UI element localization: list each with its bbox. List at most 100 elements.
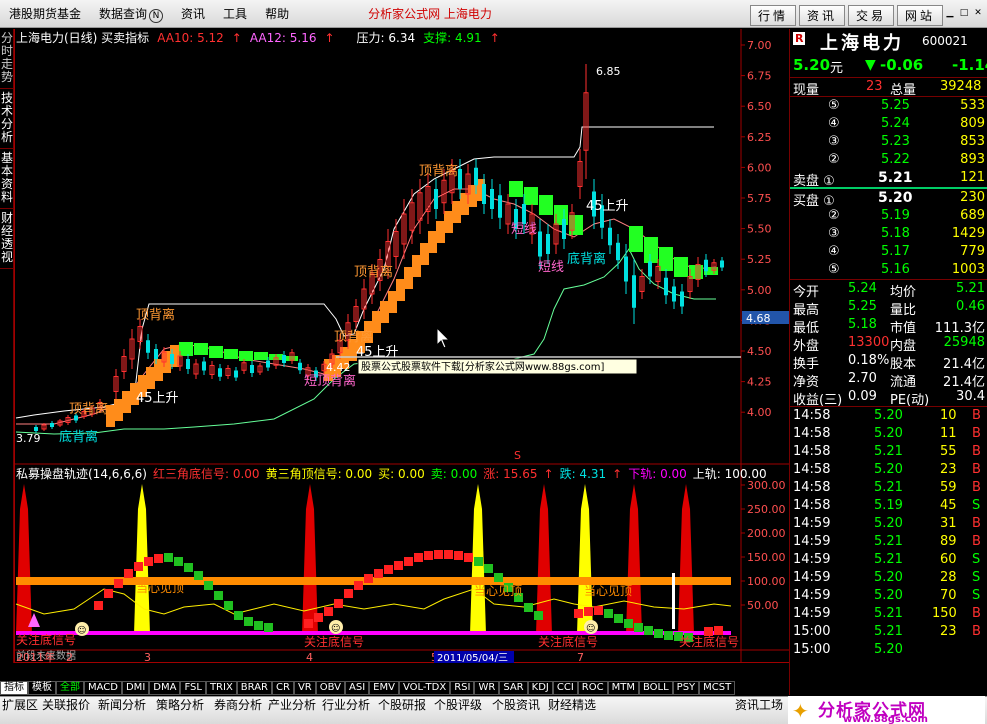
nav-news-button[interactable]: 资讯 (798, 5, 845, 26)
function-bar: 扩展区 关联报价 新闻分析 策略分析 券商分析 产业分析 行业分析 个股研报 个股评级 个股资讯财… (0, 696, 987, 724)
candle-down (282, 355, 286, 363)
ask-row[interactable]: ④ 5.24 809 (790, 115, 987, 133)
indicator-tab[interactable]: CCI (552, 681, 578, 695)
stat-value: 0.18% (848, 353, 890, 368)
book-level: ④ (828, 244, 840, 259)
bid-row[interactable]: ③ 5.18 1429 (790, 225, 987, 243)
indicator-tab[interactable]: MCST (699, 681, 736, 695)
minimize-icon[interactable]: ▁ (944, 6, 956, 20)
indicator-tab[interactable]: RSI (450, 681, 475, 695)
bid-row[interactable]: ④ 5.17 779 (790, 243, 987, 261)
indicator-tab[interactable]: EMV (369, 681, 399, 695)
indicator-tab[interactable]: WR (474, 681, 500, 695)
yellow-triangle-value: 黄三角顶信号: 0.00 (265, 467, 373, 481)
book-level: ⑤ (828, 98, 840, 113)
kline-chart[interactable]: 7.006.756.506.256.005.755.505.255.004.75… (14, 29, 789, 663)
book-level: 卖盘 ① (793, 174, 835, 189)
indicator-tab[interactable]: VOL-TDX (398, 681, 451, 695)
function-tab[interactable]: 新闻分析 (98, 698, 146, 713)
indicator-tab[interactable]: BOLL (638, 681, 673, 695)
close-icon[interactable]: ✕ (972, 6, 984, 20)
tick-price: 5.20 (874, 426, 903, 441)
indicator-tab[interactable]: BRAR (236, 681, 272, 695)
stats-row: 净资 2.70 流通 21.4亿 (790, 370, 987, 390)
indicator-tab[interactable]: DMI (121, 681, 150, 695)
nav-quotes-button[interactable]: 行情 (749, 5, 796, 26)
tick-price: 5.21 (874, 552, 903, 567)
nav-trade-button[interactable]: 交易 (847, 5, 894, 26)
menu-hk-futures[interactable]: 港股期货基金 (0, 0, 90, 28)
function-tab[interactable]: 关联报价 (42, 698, 90, 713)
indicator-tab[interactable]: MTM (607, 681, 639, 695)
trail-block (464, 553, 473, 562)
side-tab-fundamentals[interactable]: 基本资料 (0, 149, 14, 209)
ask-row[interactable]: 卖盘 ① 5.21 121 (790, 169, 987, 189)
indicator-tab[interactable]: 模板 (28, 681, 56, 695)
trail-block (384, 565, 393, 574)
indicator-tab[interactable]: MACD (84, 681, 122, 695)
tick-row: 15:00 5.20 (790, 641, 987, 659)
lower-rail-value: 下轨: 0.00 (628, 467, 687, 481)
indicator-tab[interactable]: CR (272, 681, 294, 695)
search-key-icon[interactable]: N (149, 8, 164, 23)
function-tab[interactable]: 扩展区 (2, 698, 38, 713)
maximize-icon[interactable]: □ (958, 6, 970, 20)
stat-value: 2.70 (848, 371, 877, 386)
book-volume: 121 (960, 170, 985, 185)
menu-tools[interactable]: 工具 (214, 0, 256, 28)
trail-block (334, 599, 343, 608)
indicator-tab[interactable]: 全部 (56, 681, 84, 695)
bid-row[interactable]: 买盘 ① 5.20 230 (790, 189, 987, 209)
indicator-tab[interactable]: PSY (672, 681, 700, 695)
green-block (629, 226, 643, 252)
bid-row[interactable]: ② 5.19 689 (790, 207, 987, 225)
function-tab[interactable]: 财经精选 (548, 698, 596, 713)
red-triangle-value: 红三角底信号: 0.00 (152, 467, 260, 481)
book-price: 5.18 (881, 226, 910, 241)
ask-row[interactable]: ⑤ 5.25 533 (790, 97, 987, 115)
indicator-tab[interactable]: VR (293, 681, 316, 695)
menu-ad-text[interactable]: 分析家公式网 上海电力 (368, 5, 492, 22)
lower-rail-band (16, 631, 731, 635)
indicator-tab[interactable]: 指标 (0, 681, 28, 695)
function-tab[interactable]: 个股资讯 (492, 698, 540, 713)
menu-news[interactable]: 资讯 (172, 0, 214, 28)
ask-row[interactable]: ③ 5.23 853 (790, 133, 987, 151)
function-tab[interactable]: 资讯工场 (735, 698, 783, 713)
function-tab[interactable]: 策略分析 (156, 698, 204, 713)
tick-volume: 60 (940, 552, 957, 567)
indicator-tab[interactable]: FSL (180, 681, 206, 695)
function-tab[interactable]: 个股评级 (434, 698, 482, 713)
indicator-tab[interactable]: DMA (149, 681, 181, 695)
indicator-tab[interactable]: KDJ (527, 681, 553, 695)
function-tab[interactable]: 产业分析 (268, 698, 316, 713)
date-box: 2011/05/04/三 (437, 653, 508, 663)
menu-help[interactable]: 帮助 (256, 0, 298, 28)
high-value-label: 6.85 (596, 65, 621, 78)
indicator-tab[interactable]: ROC (577, 681, 608, 695)
tick-table: 14:58 5.20 10 B 14:58 5.20 11 B 14:58 5.21 55 B 14:5… (790, 407, 987, 659)
side-tab-finance[interactable]: 财经透视 (0, 209, 14, 269)
ask-row[interactable]: ② 5.22 893 (790, 151, 987, 169)
trail-block (574, 609, 583, 618)
chart-area[interactable]: 7.006.756.506.256.005.755.505.255.004.75… (14, 29, 789, 663)
function-tab[interactable]: 行业分析 (322, 698, 370, 713)
side-tab-technical[interactable]: 技术分析 (0, 89, 14, 149)
menu-data-query[interactable]: 数据查询 N (90, 0, 172, 28)
function-tab[interactable]: 券商分析 (214, 698, 262, 713)
nav-website-button[interactable]: 网站 (896, 5, 943, 26)
indicator-tab[interactable]: ASI (345, 681, 370, 695)
trail-block (114, 579, 123, 588)
top-divergence-label-2: 顶背离 (69, 401, 108, 417)
trail-block (244, 617, 253, 626)
y-tick-label: 7.00 (747, 39, 772, 52)
side-tab-intraday[interactable]: 分时走势 (0, 29, 14, 89)
indicator-tab[interactable]: SAR (499, 681, 528, 695)
indicator-tab[interactable]: TRIX (205, 681, 237, 695)
y-tick-label: 5.25 (747, 253, 772, 266)
function-tab[interactable]: 个股研报 (378, 698, 426, 713)
indicator-tab[interactable]: OBV (315, 681, 345, 695)
bid-row[interactable]: ⑤ 5.16 1003 (790, 261, 987, 279)
green-block (509, 181, 523, 197)
trail-block (204, 581, 213, 590)
